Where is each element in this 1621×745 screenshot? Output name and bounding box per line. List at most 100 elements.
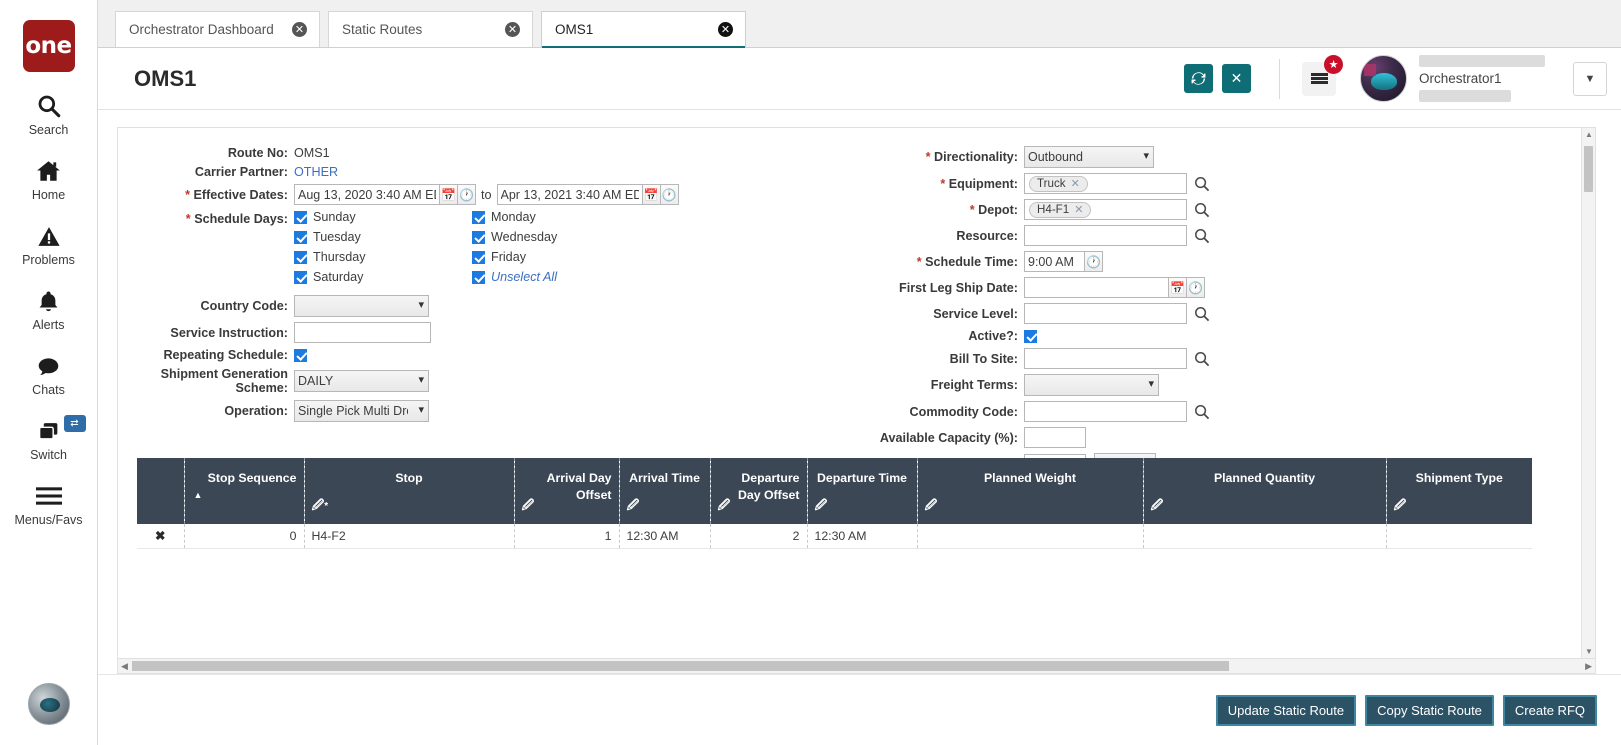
remove-token-icon[interactable]: ✕	[1071, 177, 1080, 190]
clock-icon[interactable]: 🕐	[458, 184, 476, 205]
avatar[interactable]	[1360, 55, 1407, 102]
delete-row-icon[interactable]: ✖	[155, 529, 165, 543]
cell-departure-time[interactable]: 12:30 AM	[807, 524, 917, 548]
checkbox-sunday[interactable]: Sunday	[294, 210, 472, 224]
edit-icon[interactable]: 🖉	[1394, 496, 1407, 517]
edit-icon[interactable]: 🖉*	[312, 496, 329, 517]
equipment-search-icon[interactable]	[1193, 175, 1210, 192]
checkbox-input[interactable]	[472, 271, 485, 284]
clock-icon[interactable]: 🕐	[1187, 277, 1205, 298]
sidebar-item-alerts[interactable]: Alerts	[0, 287, 98, 332]
refresh-button[interactable]	[1184, 64, 1213, 93]
rail-avatar[interactable]	[28, 683, 70, 725]
tab-static-routes[interactable]: Static Routes ✕	[328, 11, 533, 47]
scroll-left-icon[interactable]: ◀	[121, 661, 128, 672]
country-code-select[interactable]	[294, 295, 429, 317]
commodity-code-search-icon[interactable]	[1193, 403, 1210, 420]
checkbox-input[interactable]	[294, 211, 307, 224]
column-header-arrival-day-offset[interactable]: Arrival Day Offset 🖉	[514, 458, 619, 524]
checkbox-monday[interactable]: Monday	[472, 210, 652, 224]
carrier-partner-link[interactable]: OTHER	[294, 165, 338, 179]
column-header-stop[interactable]: Stop 🖉*	[304, 458, 514, 524]
resource-input[interactable]	[1024, 225, 1187, 246]
copy-static-route-button[interactable]: Copy Static Route	[1365, 695, 1494, 726]
effective-date-from-input[interactable]	[294, 184, 440, 205]
scroll-down-icon[interactable]: ▼	[1585, 647, 1593, 656]
user-menu-dropdown[interactable]: ▼	[1573, 62, 1607, 96]
operation-select[interactable]: Single Pick Multi Drop	[294, 400, 429, 422]
equipment-token-input[interactable]: Truck ✕	[1024, 173, 1187, 194]
cell-stop-sequence[interactable]: 0	[184, 524, 304, 548]
horizontal-scrollbar[interactable]: ◀ ▶	[117, 659, 1596, 674]
checkbox-unselect-all[interactable]: Unselect All	[472, 270, 652, 284]
clock-icon[interactable]: 🕐	[1085, 251, 1103, 272]
column-header-departure-day-offset[interactable]: Departure Day Offset 🖉	[710, 458, 807, 524]
bill-to-site-search-icon[interactable]	[1193, 350, 1210, 367]
checkbox-friday[interactable]: Friday	[472, 250, 652, 264]
edit-icon[interactable]: 🖉	[718, 496, 731, 517]
sidebar-item-switch[interactable]: ⇄ Switch	[0, 417, 98, 462]
sidebar-item-search[interactable]: Search	[0, 92, 98, 137]
checkbox-thursday[interactable]: Thursday	[294, 250, 472, 264]
menu-button[interactable]: ★	[1302, 62, 1336, 96]
shipment-generation-scheme-select[interactable]: DAILY	[294, 370, 429, 392]
column-header-departure-time[interactable]: Departure Time 🖉	[807, 458, 917, 524]
repeating-schedule-checkbox[interactable]	[294, 349, 307, 362]
app-logo[interactable]: one	[23, 20, 75, 72]
sidebar-item-home[interactable]: Home	[0, 157, 98, 202]
clock-icon[interactable]: 🕐	[661, 184, 679, 205]
cell-departure-day-offset[interactable]: 2	[710, 524, 807, 548]
edit-icon[interactable]: 🖉	[815, 496, 828, 517]
commodity-code-input[interactable]	[1024, 401, 1187, 422]
vertical-scrollbar[interactable]: ▲ ▼	[1581, 128, 1595, 658]
checkbox-tuesday[interactable]: Tuesday	[294, 230, 472, 244]
column-header-shipment-type[interactable]: Shipment Type 🖉	[1386, 458, 1532, 524]
service-level-search-icon[interactable]	[1193, 305, 1210, 322]
vertical-scroll-thumb[interactable]	[1584, 146, 1593, 192]
tab-oms1[interactable]: OMS1 ✕	[541, 11, 746, 47]
column-header-planned-quantity[interactable]: Planned Quantity 🖉	[1143, 458, 1386, 524]
cell-stop[interactable]: H4-F2	[304, 524, 514, 548]
column-header-stop-sequence[interactable]: Stop Sequence ▲	[184, 458, 304, 524]
schedule-time-input[interactable]	[1024, 251, 1085, 272]
horizontal-scroll-thumb[interactable]	[132, 661, 1229, 671]
column-header-arrival-time[interactable]: Arrival Time 🖉	[619, 458, 710, 524]
switch-badge-icon[interactable]: ⇄	[64, 415, 86, 432]
cell-shipment-type[interactable]	[1386, 524, 1532, 548]
sidebar-item-chats[interactable]: Chats	[0, 352, 98, 397]
checkbox-input[interactable]	[472, 231, 485, 244]
effective-date-to-input[interactable]	[497, 184, 643, 205]
unselect-all-link[interactable]: Unselect All	[491, 270, 557, 284]
checkbox-wednesday[interactable]: Wednesday	[472, 230, 652, 244]
table-row[interactable]: ✖ 0 H4-F2 1 12:30 AM 2 12:30 AM	[137, 524, 1532, 548]
edit-icon[interactable]: 🖉	[1151, 496, 1164, 517]
directionality-select[interactable]: Outbound	[1024, 146, 1154, 168]
depot-token-input[interactable]: H4-F1 ✕	[1024, 199, 1187, 220]
checkbox-input[interactable]	[472, 211, 485, 224]
edit-icon[interactable]: 🖉	[522, 496, 535, 517]
edit-icon[interactable]: 🖉	[627, 496, 640, 517]
resource-search-icon[interactable]	[1193, 227, 1210, 244]
cell-arrival-day-offset[interactable]: 1	[514, 524, 619, 548]
bill-to-site-input[interactable]	[1024, 348, 1187, 369]
cell-planned-quantity[interactable]	[1143, 524, 1386, 548]
calendar-icon[interactable]: 📅	[440, 184, 458, 205]
scroll-up-icon[interactable]: ▲	[1585, 130, 1593, 139]
column-header-planned-weight[interactable]: Planned Weight 🖉	[917, 458, 1143, 524]
checkbox-input[interactable]	[294, 271, 307, 284]
calendar-icon[interactable]: 📅	[1169, 277, 1187, 298]
depot-search-icon[interactable]	[1193, 201, 1210, 218]
close-button[interactable]: ✕	[1222, 64, 1251, 93]
checkbox-input[interactable]	[472, 251, 485, 264]
active-checkbox[interactable]	[1024, 330, 1037, 343]
checkbox-input[interactable]	[294, 251, 307, 264]
freight-terms-select[interactable]	[1024, 374, 1159, 396]
available-capacity-input[interactable]	[1024, 427, 1086, 448]
create-rfq-button[interactable]: Create RFQ	[1503, 695, 1597, 726]
checkbox-saturday[interactable]: Saturday	[294, 270, 472, 284]
row-delete-cell[interactable]: ✖	[137, 524, 184, 548]
cell-planned-weight[interactable]	[917, 524, 1143, 548]
cell-arrival-time[interactable]: 12:30 AM	[619, 524, 710, 548]
sidebar-item-menus-favs[interactable]: Menus/Favs	[0, 482, 98, 527]
edit-icon[interactable]: 🖉	[925, 496, 938, 517]
